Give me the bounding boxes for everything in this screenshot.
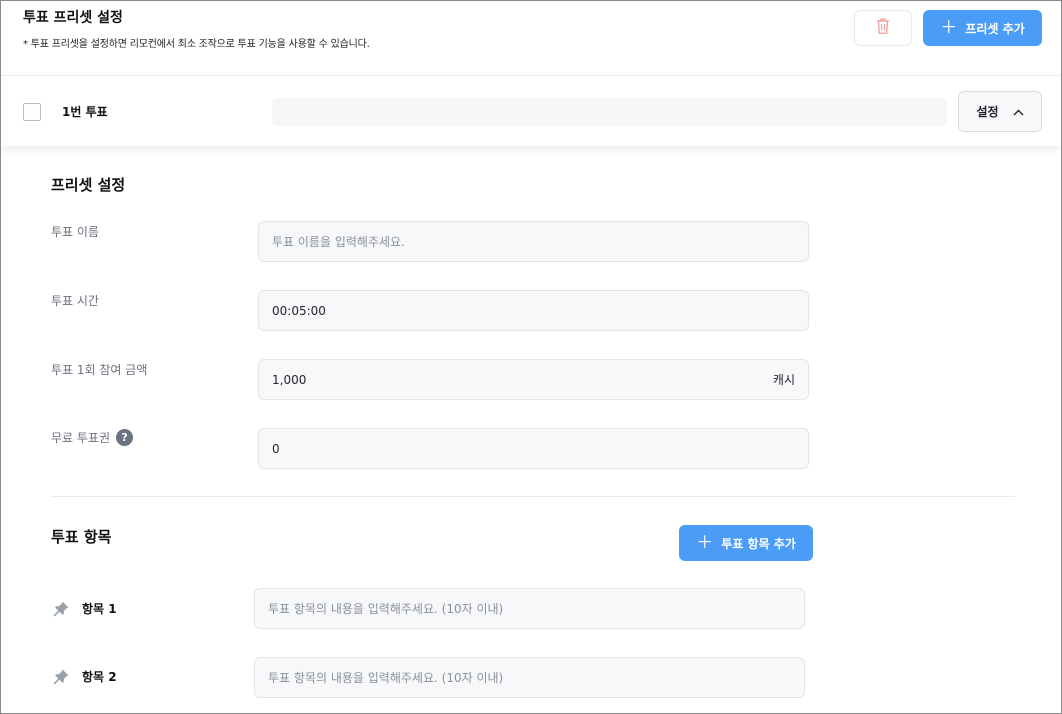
vote-item-2-input[interactable]: 투표 항목의 내용을 입력해주세요. (10자 이내) — [254, 657, 805, 698]
add-preset-button[interactable]: ＋ 프리셋 추가 — [923, 10, 1042, 46]
trash-icon — [875, 17, 891, 39]
chevron-up-icon — [1013, 105, 1024, 119]
preset-row: 1번 투표 설정 — [1, 75, 1061, 146]
vote-time-input[interactable]: 00:05:00 — [258, 290, 809, 331]
preset-checkbox[interactable] — [23, 103, 41, 121]
add-vote-item-button[interactable]: ＋ 투표 항목 추가 — [679, 525, 813, 561]
vote-amount-label: 투표 1회 참여 금액 — [51, 363, 148, 377]
vote-time-label: 투표 시간 — [51, 294, 99, 308]
free-ticket-value: 0 — [272, 441, 280, 456]
settings-label: 설정 — [976, 105, 999, 119]
page-title: 투표 프리셋 설정 — [23, 10, 123, 26]
delete-preset-button[interactable] — [854, 10, 912, 46]
vote-amount-value: 1,000 — [272, 372, 307, 387]
preset-settings-title: 프리셋 설정 — [51, 176, 126, 194]
add-vote-item-label: 투표 항목 추가 — [721, 536, 796, 551]
vote-item-1-label: 항목 1 — [53, 600, 117, 617]
vote-item-2-text: 항목 2 — [82, 670, 117, 684]
vote-item-1-text: 항목 1 — [82, 602, 117, 616]
preset-name: 1번 투표 — [62, 105, 108, 119]
vote-amount-input[interactable]: 1,000 캐시 — [258, 359, 809, 400]
free-ticket-label: 무료 투표권 ? — [51, 429, 134, 446]
app-frame: 투표 프리셋 설정 * 투표 프리셋을 설정하면 리모컨에서 최소 조작으로 투… — [0, 0, 1062, 714]
help-icon[interactable]: ? — [116, 429, 134, 446]
section-divider — [51, 496, 1015, 497]
page-description: * 투표 프리셋을 설정하면 리모컨에서 최소 조작으로 투표 기능을 사용할 … — [23, 39, 370, 50]
settings-toggle-button[interactable]: 설정 — [958, 91, 1042, 132]
plus-icon: ＋ — [940, 17, 958, 38]
vote-item-2-label: 항목 2 — [53, 668, 117, 685]
vote-item-1-input[interactable]: 투표 항목의 내용을 입력해주세요. (10자 이내) — [254, 588, 805, 629]
pin-icon[interactable] — [53, 600, 70, 617]
vote-items-title: 투표 항목 — [51, 528, 112, 546]
free-ticket-input[interactable]: 0 — [258, 428, 809, 469]
vote-name-input[interactable]: 투표 이름을 입력해주세요. — [258, 221, 809, 262]
preset-summary-bar — [272, 98, 947, 126]
page-header: 투표 프리셋 설정 * 투표 프리셋을 설정하면 리모컨에서 최소 조작으로 투… — [1, 1, 1061, 75]
vote-name-label: 투표 이름 — [51, 225, 99, 239]
vote-time-value: 00:05:00 — [272, 303, 326, 318]
currency-unit: 캐시 — [772, 373, 795, 387]
pin-icon[interactable] — [53, 668, 70, 685]
plus-icon: ＋ — [696, 532, 714, 553]
add-preset-label: 프리셋 추가 — [965, 21, 1025, 36]
free-ticket-label-text: 무료 투표권 — [51, 431, 111, 445]
